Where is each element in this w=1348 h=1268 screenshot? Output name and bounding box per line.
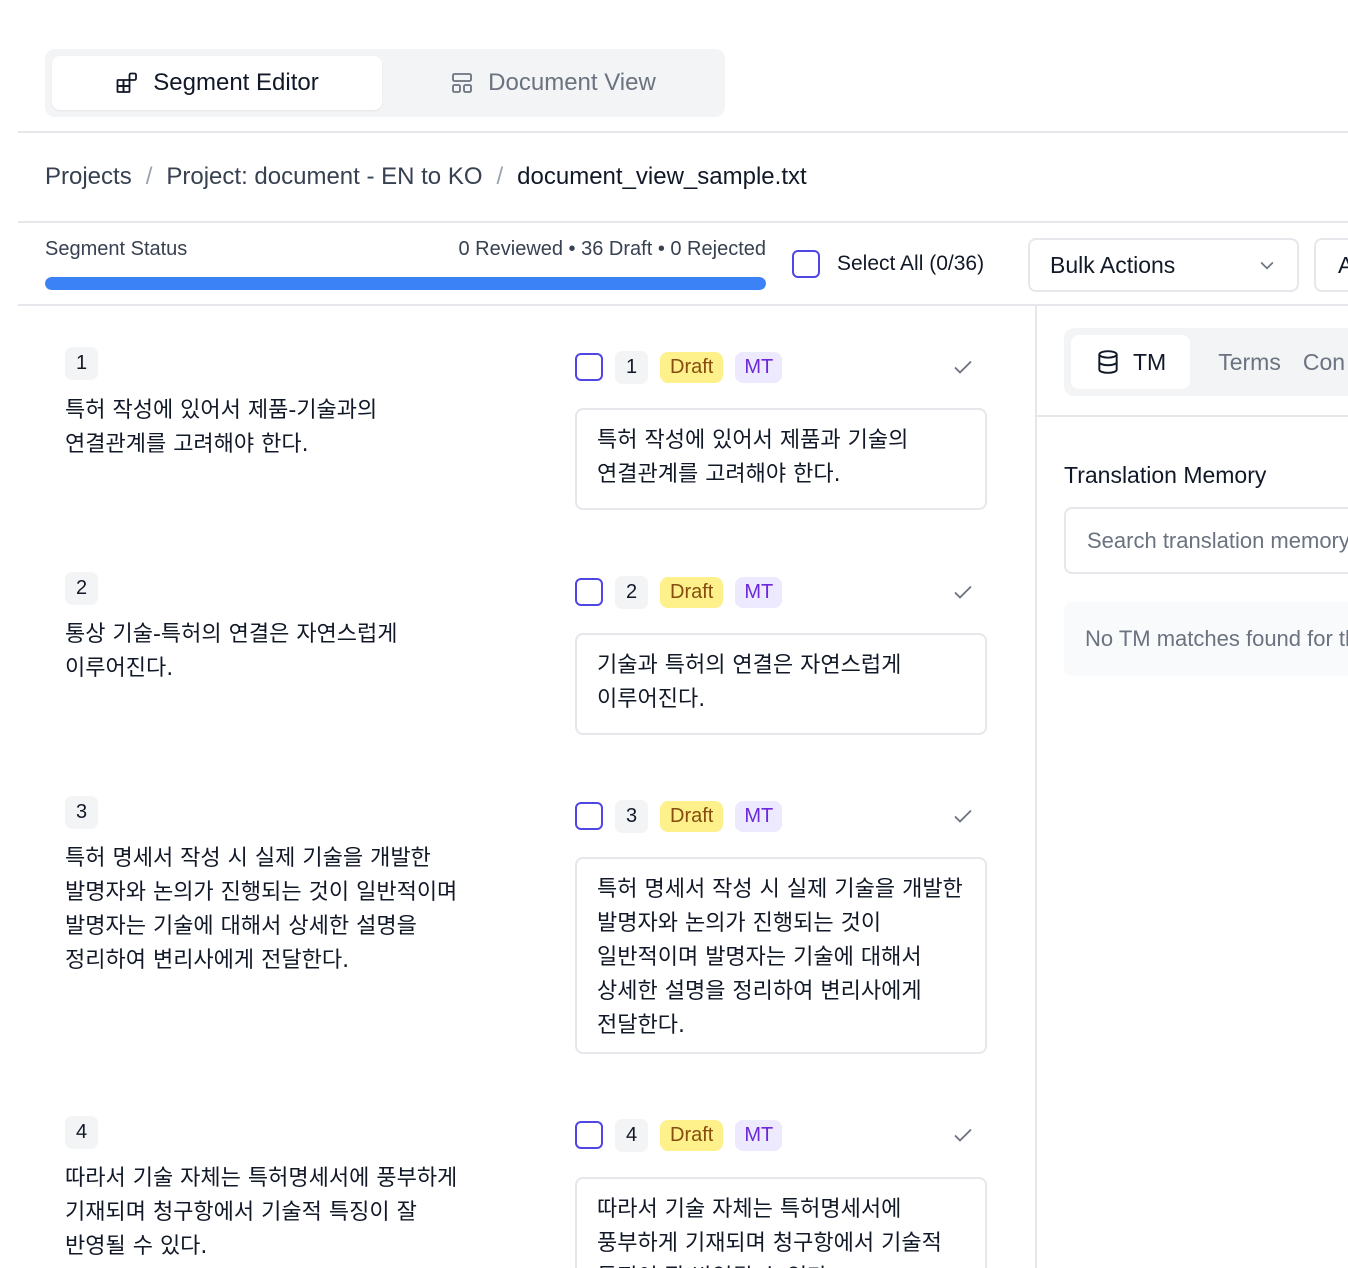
segment-status-counts: 0 Reviewed • 36 Draft • 0 Rejected	[458, 238, 767, 260]
tm-empty-message: No TM matches found for this segment	[1064, 602, 1348, 676]
select-all-checkbox[interactable]	[792, 250, 820, 278]
source-segment-number: 1	[65, 347, 98, 380]
tab-label: Document View	[488, 69, 656, 96]
source-segment-number: 2	[65, 572, 98, 605]
confirm-check-icon[interactable]	[951, 355, 975, 379]
source-text: 통상 기술-특허의 연결은 자연스럽게 이루어진다.	[65, 622, 398, 681]
source-segment-number: 3	[65, 796, 98, 829]
divider	[18, 304, 1348, 306]
source-text: 따라서 기술 자체는 특허명세서에 풍부하게 기재되며 청구항에서 기술적 특징…	[65, 1166, 458, 1259]
tab-label: Segment Editor	[153, 69, 319, 96]
segment-checkbox[interactable]	[575, 1121, 603, 1149]
target-editor[interactable]: 특허 명세서 작성 시 실제 기술을 개발한 발명자와 논의가 진행되는 것이 …	[575, 857, 987, 1054]
origin-badge: MT	[735, 1119, 783, 1151]
tab-label: TM	[1133, 348, 1167, 375]
panel-tabs: TM Terms Con	[1064, 328, 1348, 396]
view-switcher: Segment Editor Document View	[45, 49, 725, 117]
confirm-check-icon[interactable]	[951, 580, 975, 604]
segment-checkbox[interactable]	[575, 353, 603, 381]
target-header: 4 Draft MT	[575, 1117, 987, 1153]
tab-label: Terms	[1218, 348, 1281, 375]
status-badge: Draft	[660, 1119, 724, 1151]
target-segment-number: 1	[615, 350, 648, 384]
target-editor[interactable]: 특허 작성에 있어서 제품과 기술의 연결관계를 고려해야 한다.	[575, 408, 987, 510]
status-badge: Draft	[660, 351, 724, 383]
segment-checkbox[interactable]	[575, 578, 603, 606]
secondary-select[interactable]: A	[1314, 238, 1348, 292]
target-segment-number: 2	[615, 575, 648, 609]
source-segment-number: 4	[65, 1116, 98, 1149]
database-icon	[1098, 350, 1118, 374]
target-editor[interactable]: 기술과 특허의 연결은 자연스럽게 이루어진다.	[575, 633, 987, 735]
tab-label: Con	[1302, 348, 1346, 375]
target-segment-number: 4	[615, 1118, 648, 1152]
segment-checkbox[interactable]	[575, 802, 603, 830]
breadcrumb-file: document_view_sample.txt	[517, 163, 807, 190]
target-segment-number: 3	[615, 799, 648, 833]
tm-search-input[interactable]	[1064, 507, 1348, 574]
target-header: 2 Draft MT	[575, 574, 987, 610]
target-editor[interactable]: 따라서 기술 자체는 특허명세서에 풍부하게 기재되며 청구항에서 기술적 특징…	[575, 1177, 987, 1268]
select-all-label: Select All (0/36)	[837, 252, 985, 275]
segment-status-label: Segment Status	[45, 238, 188, 260]
tm-title: Translation Memory	[1064, 462, 1267, 488]
bulk-actions-label: Bulk Actions	[1050, 251, 1176, 278]
layout-icon	[452, 73, 473, 93]
origin-badge: MT	[735, 800, 783, 832]
tab-tm[interactable]: TM	[1071, 335, 1191, 389]
tab-document-view[interactable]: Document View	[388, 56, 718, 110]
confirm-check-icon[interactable]	[951, 1123, 975, 1147]
tab-context[interactable]: Con	[1291, 335, 1348, 389]
segments-icon	[116, 72, 138, 93]
target-header: 1 Draft MT	[575, 349, 987, 385]
divider	[18, 221, 1348, 223]
breadcrumb-separator: /	[496, 163, 504, 190]
status-progress-bar	[45, 277, 766, 290]
breadcrumb-separator: /	[145, 163, 153, 190]
confirm-check-icon[interactable]	[951, 804, 975, 828]
breadcrumb-project[interactable]: Project: document - EN to KO	[166, 163, 482, 191]
source-text: 특허 작성에 있어서 제품-기술과의 연결관계를 고려해야 한다.	[65, 398, 378, 457]
breadcrumb: Projects / Project: document - EN to KO …	[45, 163, 807, 191]
tab-segment-editor[interactable]: Segment Editor	[52, 56, 382, 110]
divider	[1037, 415, 1348, 417]
status-badge: Draft	[660, 576, 724, 608]
select-all[interactable]: Select All (0/36)	[792, 250, 984, 278]
origin-badge: MT	[735, 351, 783, 383]
progress-fill	[45, 277, 766, 290]
status-badge: Draft	[660, 800, 724, 832]
divider	[18, 131, 1348, 133]
target-header: 3 Draft MT	[575, 798, 987, 834]
secondary-select-label: A	[1338, 252, 1348, 279]
breadcrumb-projects[interactable]: Projects	[45, 163, 132, 191]
panel-divider	[1035, 306, 1037, 1268]
bulk-actions-select[interactable]: Bulk Actions	[1028, 238, 1299, 292]
chevron-down-icon	[1260, 261, 1274, 270]
source-text: 특허 명세서 작성 시 실제 기술을 개발한 발명자와 논의가 진행되는 것이 …	[65, 846, 458, 973]
tab-terms[interactable]: Terms	[1190, 335, 1291, 389]
origin-badge: MT	[735, 576, 783, 608]
